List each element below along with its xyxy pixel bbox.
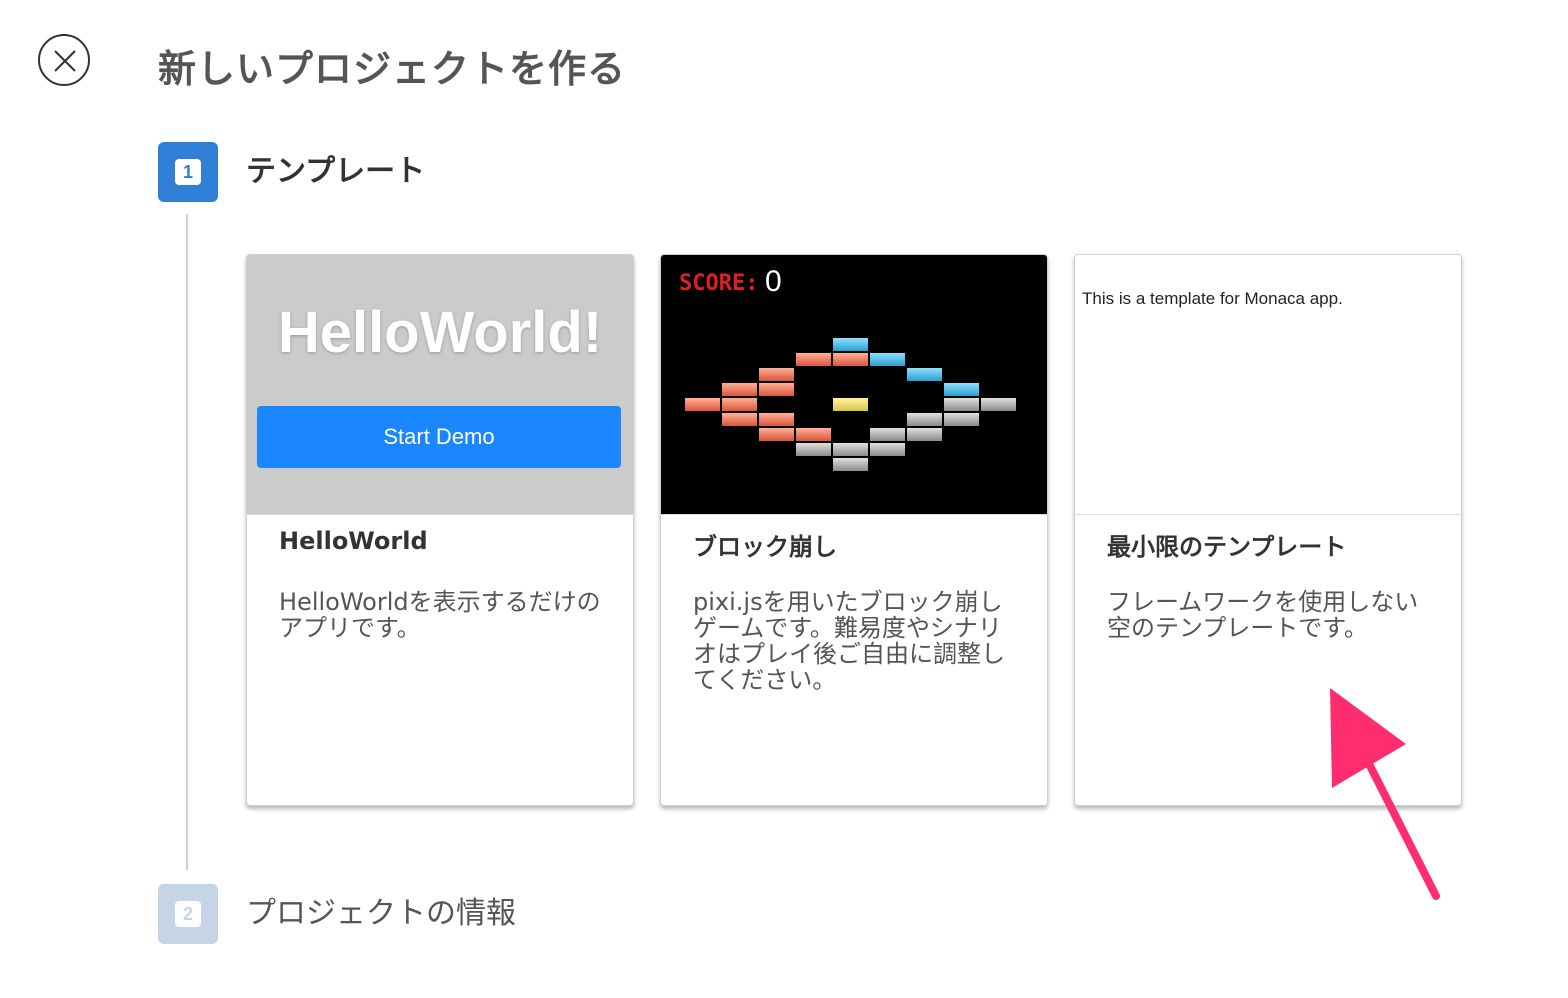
page-title: 新しいプロジェクトを作る: [158, 47, 627, 91]
template-description: フレームワークを使用しない空のテンプレートです。: [1107, 588, 1419, 642]
close-icon: [54, 50, 76, 72]
step-1-number: 1: [175, 159, 201, 185]
step-2-label: プロジェクトの情報: [246, 896, 516, 931]
preview-start-demo-button: Start Demo: [257, 406, 621, 468]
preview-heading: HelloWorld!: [277, 300, 603, 365]
template-description: pixi.jsを用いたブロック崩しゲームです。難易度やシナリオはプレイ後ご自由に…: [693, 588, 1005, 694]
template-card-helloworld[interactable]: HelloWorld! Start Demo HelloWorld HelloW…: [246, 254, 634, 806]
template-preview-helloworld: HelloWorld! Start Demo: [247, 255, 633, 515]
block-breaker-bricks-image: [685, 338, 1016, 471]
pink-arrow-icon: [1330, 688, 1440, 900]
template-card-block-breaker[interactable]: SCORE: 0 ブロック崩し pixi.jsを用いたブロック崩しゲームです。難…: [660, 254, 1048, 806]
template-title: HelloWorld: [279, 527, 428, 555]
step-connector-line: [186, 214, 188, 870]
step-2-badge: 2: [158, 884, 218, 944]
template-preview-block-breaker: SCORE: 0: [661, 255, 1047, 515]
template-title: ブロック崩し: [693, 533, 837, 561]
preview-text: This is a template for Monaca app.: [1082, 289, 1343, 308]
step-1-label: テンプレート: [246, 154, 426, 189]
template-title: 最小限のテンプレート: [1107, 533, 1347, 561]
step-1-badge: 1: [158, 142, 218, 202]
template-preview-minimal: This is a template for Monaca app.: [1075, 255, 1461, 515]
close-button[interactable]: [38, 34, 90, 86]
step-2-number: 2: [175, 901, 201, 927]
template-description: HelloWorldを表示するだけのアプリです。: [279, 588, 601, 642]
